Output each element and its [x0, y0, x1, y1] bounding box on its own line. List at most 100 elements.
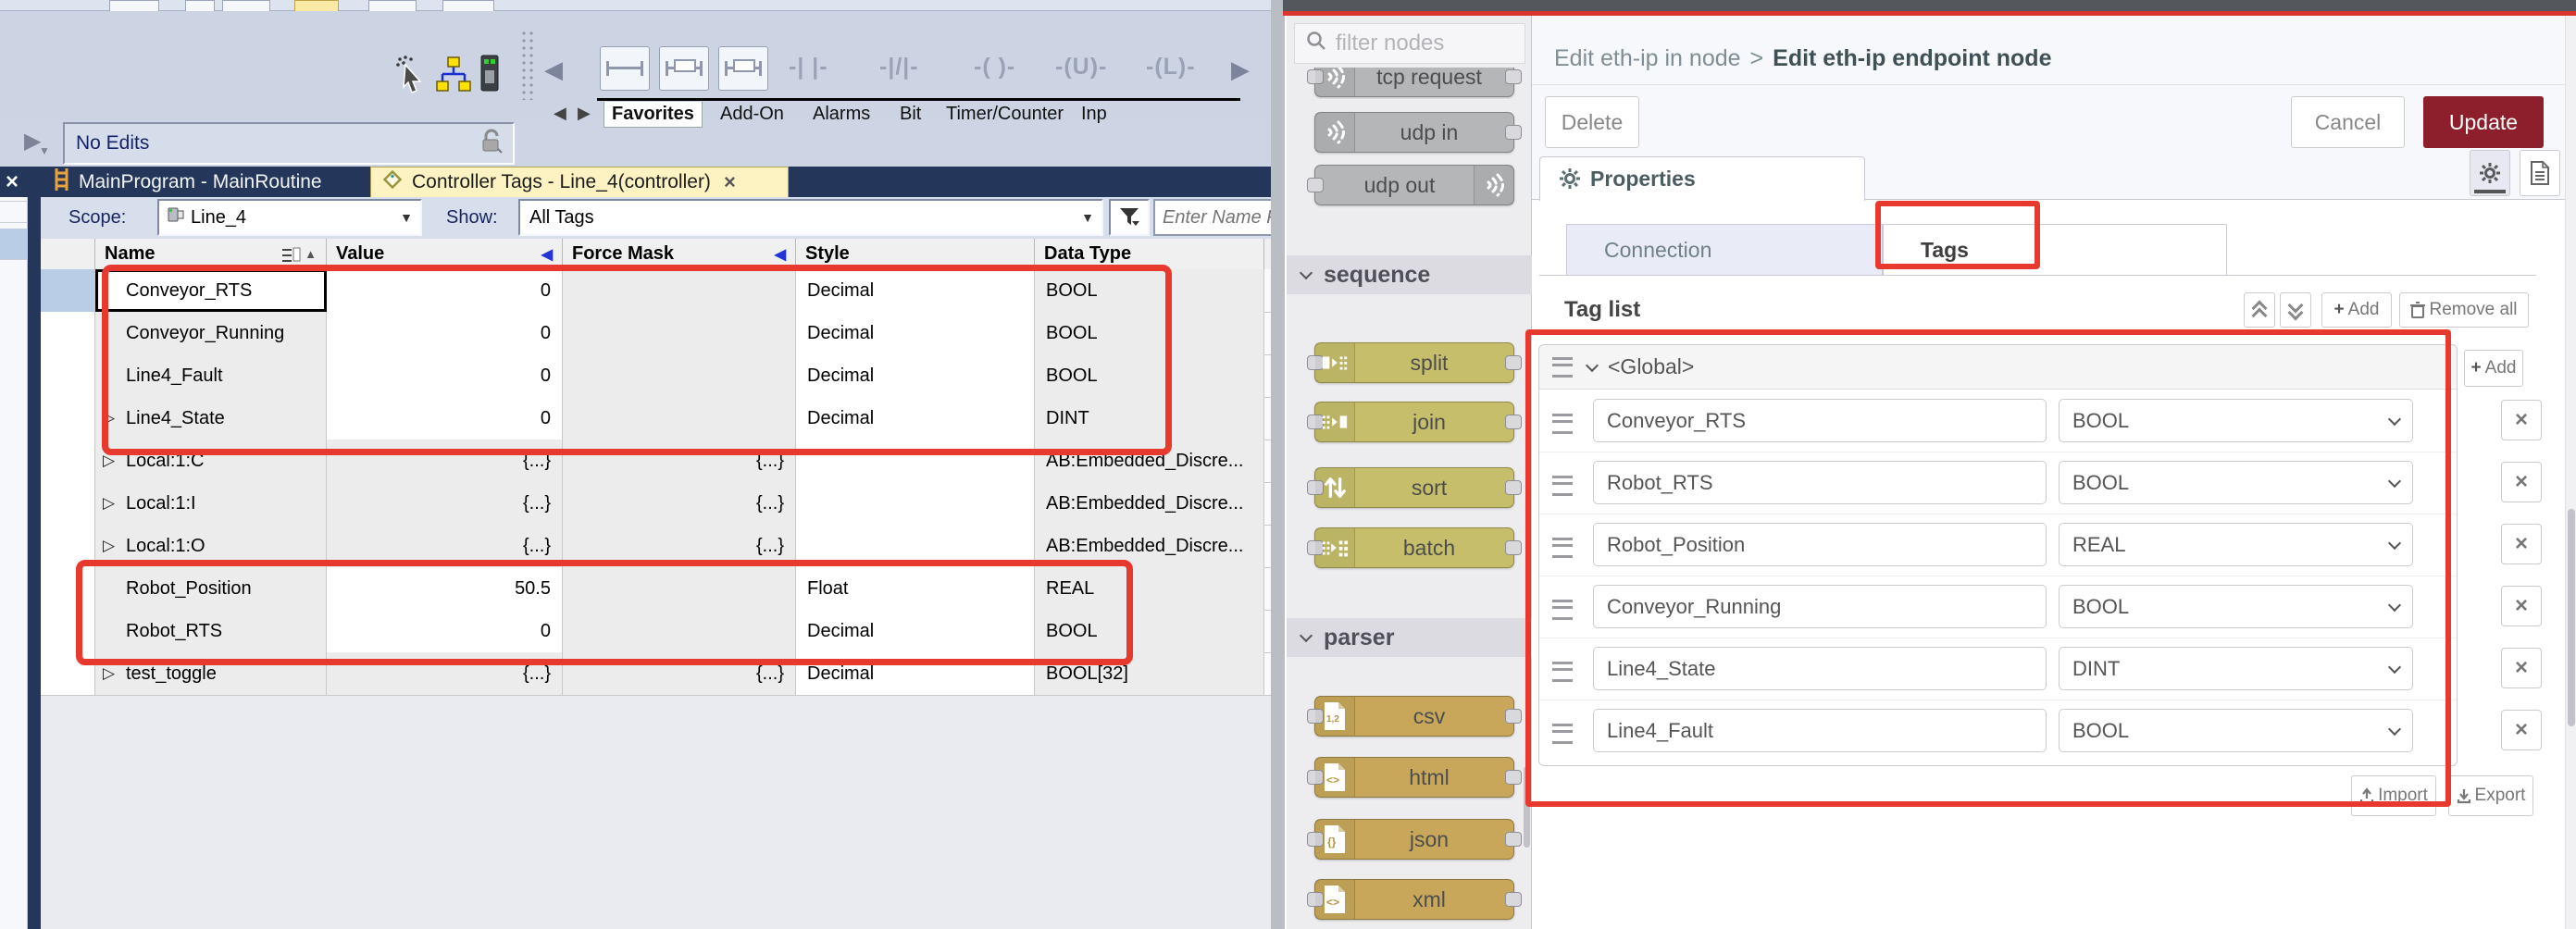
cell-value[interactable]: {...}	[327, 652, 563, 695]
palette-category-sequence[interactable]: sequence	[1287, 255, 1532, 294]
palette-node-csv[interactable]: 1,2 csv	[1314, 696, 1514, 737]
cell-name[interactable]: ▷Local:1:C	[95, 440, 327, 482]
close-pane-icon[interactable]: ×	[6, 169, 19, 195]
tag-type-select[interactable]: DINT	[2059, 647, 2413, 690]
tag-name-input[interactable]	[1593, 709, 2047, 752]
tab-properties[interactable]: Properties	[1539, 156, 1865, 201]
cell-force[interactable]	[563, 269, 796, 312]
header-value[interactable]: Value◀	[327, 239, 563, 269]
expand-arrow-icon[interactable]: ▷	[103, 452, 115, 470]
cell-style[interactable]	[796, 525, 1035, 567]
chevron-down-icon[interactable]	[1586, 358, 1599, 371]
palette-category-parser[interactable]: parser	[1287, 618, 1532, 657]
instruction-tab-input-cut[interactable]: Inp	[1081, 104, 1107, 125]
row-header-cell[interactable]	[41, 312, 95, 354]
palette-search-box[interactable]: filter nodes	[1294, 23, 1525, 64]
tab-connection[interactable]: Connection	[1566, 224, 1883, 276]
drag-handle-icon[interactable]	[1552, 662, 1573, 682]
table-row[interactable]: Conveyor_Running 0 Decimal BOOL	[41, 312, 1287, 355]
tag-group-header[interactable]: <Global>	[1539, 345, 2457, 390]
tag-type-select[interactable]: BOOL	[2059, 709, 2413, 752]
dock-selected-item[interactable]	[0, 229, 28, 259]
tag-type-select[interactable]: BOOL	[2059, 585, 2413, 628]
cell-style[interactable]: Decimal	[796, 269, 1035, 312]
cell-force[interactable]: {...}	[563, 440, 796, 482]
update-button[interactable]: Update	[2423, 96, 2544, 148]
cell-name[interactable]: Line4_Fault	[95, 354, 327, 397]
table-row[interactable]: ▷Local:1:C {...} {...} AB:Embedded_Discr…	[41, 440, 1287, 483]
cell-type[interactable]: BOOL	[1035, 354, 1264, 397]
cell-style[interactable]: Float	[796, 567, 1035, 610]
instruction-tab-timercounter[interactable]: Timer/Counter	[946, 104, 1064, 125]
cell-force[interactable]: {...}	[563, 525, 796, 567]
tag-row[interactable]: BOOL	[1539, 576, 2457, 638]
header-data-type[interactable]: Data Type	[1035, 239, 1264, 269]
tab-tags[interactable]: Tags	[1883, 224, 2227, 276]
row-header-cell[interactable]	[41, 567, 95, 610]
tag-row[interactable]: BOOL	[1539, 452, 2457, 514]
cancel-button[interactable]: Cancel	[2291, 96, 2405, 148]
cell-type[interactable]: AB:Embedded_Discre...	[1035, 440, 1264, 482]
instruction-otl-icon[interactable]: -(L)-	[1146, 54, 1196, 81]
tag-row[interactable]: BOOL	[1539, 700, 2457, 762]
instruction-ote-icon[interactable]: -( )-	[974, 54, 1015, 81]
cell-type[interactable]: BOOL	[1035, 312, 1264, 354]
palette-node-udp-in[interactable]: udp in	[1314, 112, 1514, 153]
rung-button[interactable]	[600, 46, 650, 91]
cell-name[interactable]: ▷Line4_State	[95, 397, 327, 440]
palette-node-xml[interactable]: <> xml	[1314, 879, 1514, 920]
network-tree-icon[interactable]	[435, 56, 472, 93]
cell-name[interactable]: ▷Local:1:O	[95, 525, 327, 567]
instruction-otu-icon[interactable]: -(U)-	[1055, 54, 1107, 81]
scope-dropdown[interactable]: Line_4 ▼	[157, 199, 422, 236]
cell-style[interactable]	[796, 482, 1035, 525]
move-top-button[interactable]	[2244, 292, 2275, 328]
table-row[interactable]: Conveyor_RTS 0 Decimal BOOL	[41, 269, 1287, 313]
cell-type[interactable]: AB:Embedded_Discre...	[1035, 525, 1264, 567]
delete-tag-button[interactable]: ×	[2501, 648, 2542, 688]
description-doc-button[interactable]	[2520, 150, 2560, 196]
table-row[interactable]: Robot_RTS 0 Decimal BOOL	[41, 610, 1287, 653]
cell-force[interactable]: {...}	[563, 652, 796, 695]
add-tag-button[interactable]: +Add	[2321, 292, 2392, 328]
rung-branch-button[interactable]	[659, 46, 709, 91]
instruction-tab-alarms[interactable]: Alarms	[813, 104, 870, 125]
cell-style[interactable]: Decimal	[796, 312, 1035, 354]
properties-gear-button[interactable]	[2470, 150, 2510, 196]
close-tab-icon[interactable]: ×	[724, 170, 736, 194]
cell-style[interactable]: Decimal	[796, 610, 1035, 652]
row-header-cell[interactable]	[41, 652, 95, 695]
cell-name[interactable]: Robot_RTS	[95, 610, 327, 652]
cell-style[interactable]: Decimal	[796, 354, 1035, 397]
toolbar-button-partial[interactable]	[368, 0, 417, 11]
toolbar-button-partial[interactable]	[442, 0, 494, 11]
cell-force[interactable]	[563, 610, 796, 652]
header-style[interactable]: Style	[796, 239, 1035, 269]
cell-type[interactable]: AB:Embedded_Discre...	[1035, 482, 1264, 525]
delete-tag-button[interactable]: ×	[2501, 400, 2542, 440]
name-filter-input[interactable]	[1153, 199, 1287, 236]
cell-force[interactable]	[563, 312, 796, 354]
cell-name[interactable]: ▷test_toggle	[95, 652, 327, 695]
tag-name-input[interactable]	[1593, 399, 2047, 442]
instruction-xic-icon[interactable]: -| |-	[789, 54, 828, 81]
cell-force[interactable]	[563, 567, 796, 610]
tag-name-input[interactable]	[1593, 585, 2047, 628]
table-row[interactable]: ▷Line4_State 0 Decimal DINT	[41, 397, 1287, 440]
move-bottom-button[interactable]	[2280, 292, 2311, 328]
tabs-scroll-right-icon[interactable]: ▶	[578, 104, 591, 123]
cell-force[interactable]	[563, 354, 796, 397]
palette-node-tcp-request-clip[interactable]: tcp request	[1307, 68, 1522, 99]
tag-row[interactable]: REAL	[1539, 514, 2457, 576]
delete-tag-button[interactable]: ×	[2501, 710, 2542, 750]
cell-style[interactable]	[796, 440, 1035, 482]
cell-type[interactable]: REAL	[1035, 567, 1264, 610]
toolbar-button-partial[interactable]	[109, 0, 159, 11]
delete-tag-button[interactable]: ×	[2501, 524, 2542, 564]
table-row[interactable]: Robot_Position 50.5 Float REAL	[41, 567, 1287, 611]
delete-tag-button[interactable]: ×	[2501, 586, 2542, 626]
delete-tag-button[interactable]: ×	[2501, 462, 2542, 502]
row-header-cell[interactable]	[41, 440, 95, 482]
lock-icon[interactable]	[479, 129, 504, 159]
instruction-tab-favorites[interactable]: Favorites	[604, 102, 703, 128]
